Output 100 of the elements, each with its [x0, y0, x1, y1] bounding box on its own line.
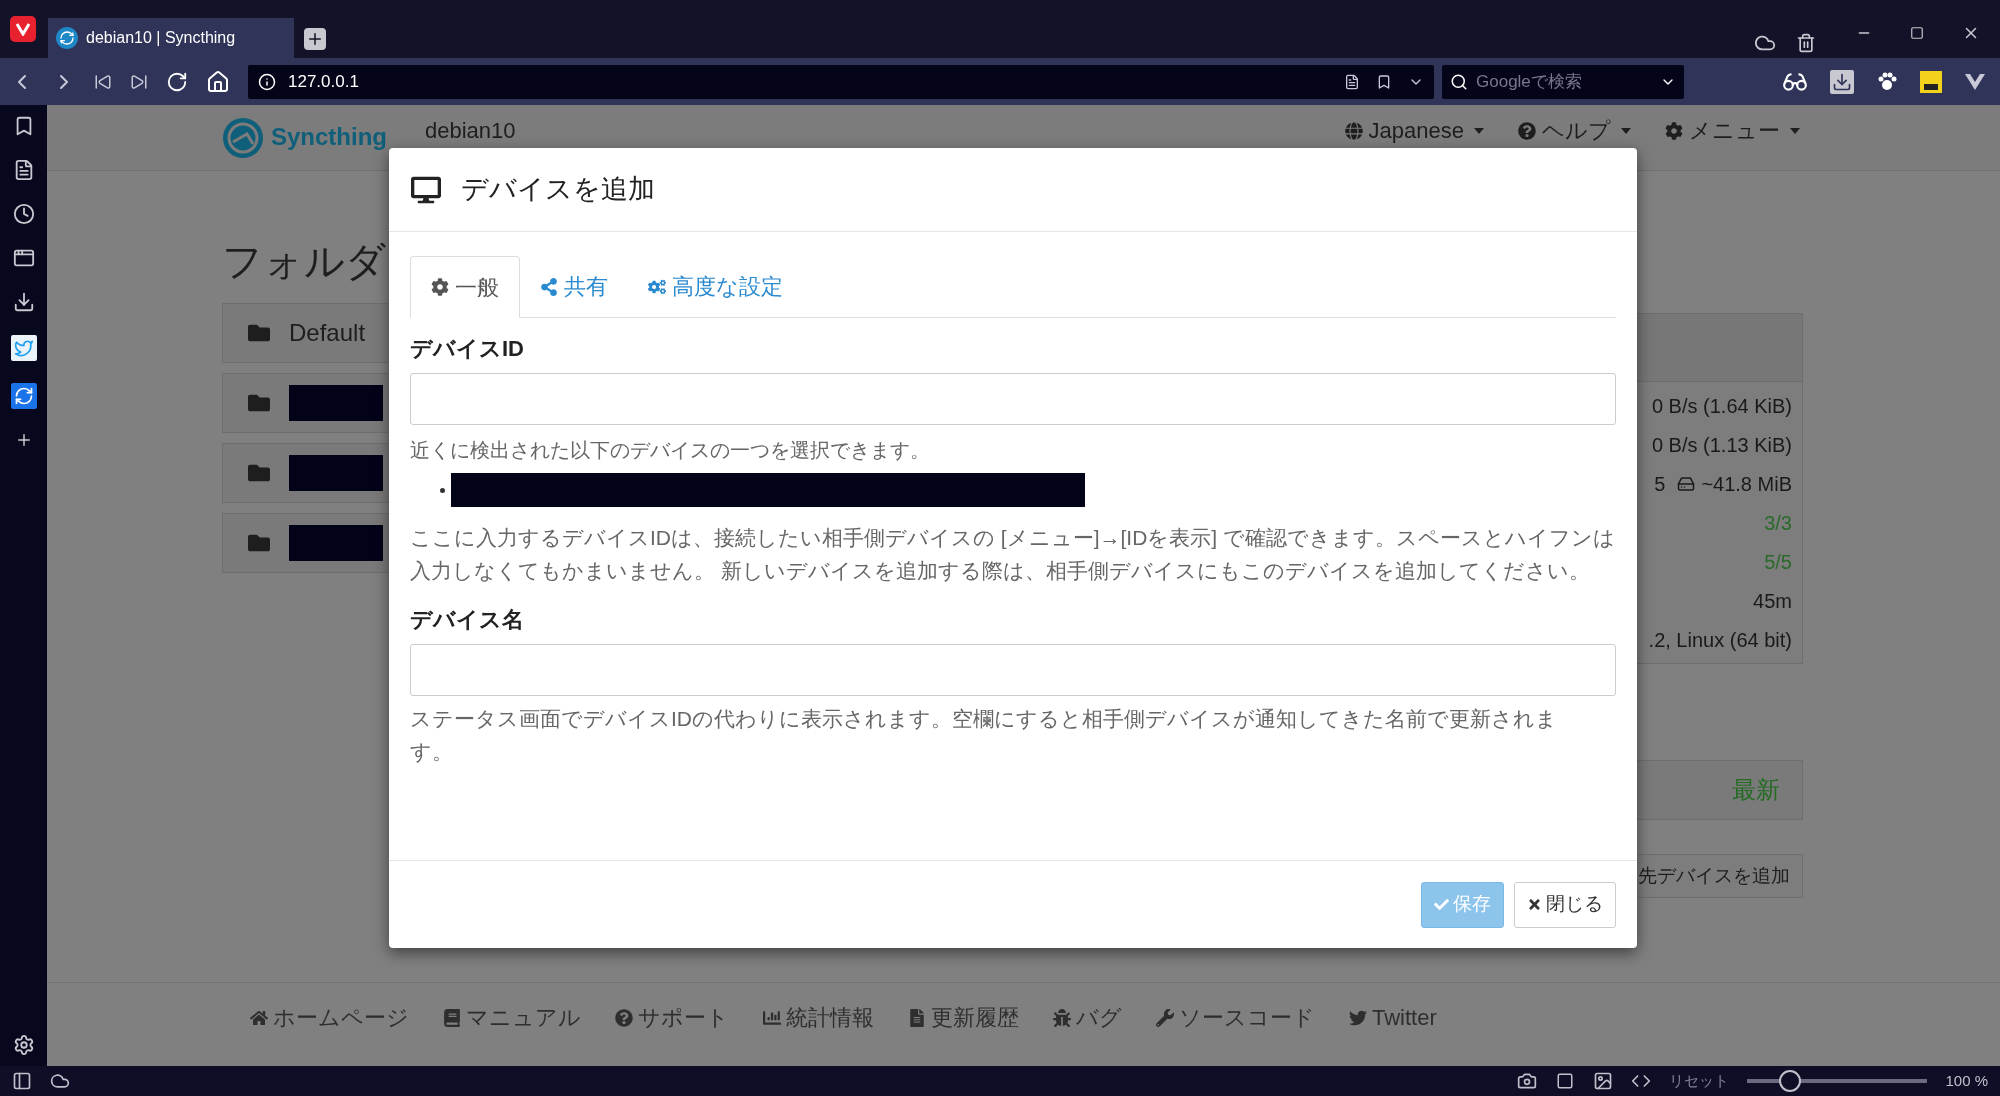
settings-icon[interactable] — [12, 1034, 35, 1056]
folder-icon — [247, 392, 271, 414]
home-icon — [250, 1008, 268, 1027]
bird-icon[interactable] — [10, 335, 37, 361]
reset-link[interactable]: リセット — [1669, 1069, 1730, 1093]
help-text: ここに入力するデバイスIDは、接続したい相手側デバイスの [メニュー]→[IDを表示] で確認できます。スペースとハイフンは入力しなくてもかまいません。 新しいデバイスを追加する際は、相手側デバイスにもこのデバイスを追加してください。 — [410, 525, 1616, 584]
download-icon[interactable] — [1830, 69, 1854, 94]
footer-link[interactable]: Twitter — [1349, 1001, 1437, 1034]
help-icon — [615, 1008, 633, 1027]
stat-value: ~41.8 MiB — [1701, 471, 1792, 497]
rewind-icon[interactable] — [94, 72, 112, 91]
wrench-icon — [1156, 1008, 1174, 1027]
syncthing-logo-icon — [221, 115, 265, 160]
new-tab-button[interactable] — [304, 28, 326, 50]
window-icon[interactable] — [12, 247, 35, 269]
search-placeholder: Googleで検索 — [1476, 70, 1582, 93]
zoom-slider-thumb[interactable] — [1779, 1070, 1802, 1092]
device-name-field[interactable] — [410, 644, 1616, 696]
dialog-tab[interactable]: 共有 — [520, 256, 628, 317]
zoom-level-text: 100 % — [1945, 1070, 1988, 1091]
stat-value: 5/5 — [1764, 549, 1792, 575]
footer-link[interactable]: 統計情報 — [763, 1001, 874, 1034]
field-label: デバイスID — [410, 335, 525, 363]
add-device-button[interactable]: 先デバイスを追加 — [1637, 854, 1803, 898]
stat-value: 5 — [1654, 471, 1666, 497]
book-icon — [443, 1008, 461, 1027]
dialog-title: デバイスを追加 — [461, 173, 655, 207]
folder-row[interactable] — [222, 513, 389, 573]
syncthing-icon — [56, 27, 78, 49]
status-text: 最新 — [1732, 775, 1780, 805]
camera-icon[interactable] — [1517, 1071, 1538, 1091]
maximize-icon[interactable] — [1910, 26, 1924, 40]
toggle-badge-icon[interactable] — [1920, 70, 1942, 93]
share-icon — [540, 277, 558, 296]
address-field[interactable]: 127.0.0.1 — [248, 64, 1434, 99]
nav-menu-item[interactable]: メニュー — [1665, 114, 1800, 147]
bird-icon — [1349, 1008, 1367, 1027]
monitor-icon — [411, 175, 441, 204]
plus-icon — [306, 30, 324, 48]
info-icon — [258, 72, 276, 91]
folder-row[interactable]: Default — [222, 303, 389, 363]
document-icon — [908, 1008, 926, 1027]
section-heading: フォルダ — [222, 238, 387, 285]
stat-value: 0 B/s (1.64 KiB) — [1651, 393, 1792, 419]
dialog-tab[interactable]: 高度な設定 — [628, 256, 803, 317]
folder-icon — [247, 532, 271, 554]
trash-icon[interactable] — [1796, 33, 1816, 53]
folder-icon — [247, 322, 271, 344]
nav-menu-item[interactable]: ヘルプ — [1518, 114, 1631, 147]
paw-icon[interactable] — [1876, 70, 1898, 93]
footer-link[interactable]: サポート — [615, 1001, 729, 1034]
home-icon[interactable] — [206, 69, 230, 94]
folder-row[interactable] — [222, 443, 389, 503]
stat-value: 3/3 — [1764, 510, 1792, 536]
search-icon — [1450, 72, 1468, 91]
refresh-app-icon[interactable] — [10, 383, 37, 409]
help-icon — [1518, 121, 1536, 140]
stat-value: 0 B/s (1.13 KiB) — [1651, 432, 1792, 458]
clock-icon[interactable] — [12, 203, 35, 225]
help-text: 近くに検出された以下のデバイスの一つを選択できます。 — [410, 438, 931, 463]
image-icon[interactable] — [1593, 1071, 1614, 1091]
tile-icon[interactable] — [1555, 1072, 1576, 1090]
check-icon — [1434, 897, 1449, 912]
gears-icon — [648, 277, 666, 296]
bookmark-icon[interactable] — [1376, 73, 1392, 90]
close-button[interactable]: 閉じる — [1514, 881, 1616, 928]
settings-icon — [1665, 121, 1683, 140]
dialog-tab[interactable]: 一般 — [410, 256, 520, 318]
reader-icon[interactable] — [1344, 73, 1360, 90]
fast-forward-icon[interactable] — [130, 72, 148, 91]
v-logo-icon[interactable] — [1964, 71, 1986, 92]
folder-row[interactable] — [222, 373, 389, 433]
footer-link[interactable]: ソースコード — [1156, 1001, 1315, 1034]
url-text: 127.0.0.1 — [288, 70, 359, 93]
footer-link[interactable]: マニュアル — [443, 1001, 581, 1034]
search-field[interactable]: Googleで検索 — [1442, 64, 1684, 99]
bar-chart-icon — [763, 1008, 781, 1027]
field-label: デバイス名 — [410, 606, 525, 634]
footer-link[interactable]: 更新履歴 — [908, 1001, 1019, 1034]
browser-tab[interactable]: debian10 | Syncthing — [48, 18, 294, 58]
panel-toggle-icon[interactable] — [12, 1071, 32, 1091]
globe-icon — [1344, 121, 1363, 140]
folder-icon — [247, 462, 271, 484]
cloud-icon[interactable] — [50, 1071, 70, 1091]
folder-name: Default — [289, 318, 366, 348]
device-id-field[interactable] — [410, 373, 1616, 425]
device-name: debian10 — [425, 117, 516, 145]
browser-logo-icon[interactable] — [10, 16, 36, 42]
stat-value: .2, Linux (64 bit) — [1648, 627, 1792, 653]
close-icon — [1527, 897, 1542, 912]
nav-menu-item[interactable]: Japanese — [1344, 114, 1484, 147]
stat-value: 45m — [1753, 588, 1792, 614]
download-icon[interactable] — [12, 291, 35, 313]
bug-icon — [1053, 1008, 1071, 1027]
settings-icon — [431, 278, 449, 296]
reload-icon[interactable] — [166, 70, 188, 93]
help-text: ステータス画面でデバイスIDの代わりに表示されます。空欄にすると相手側デバイスが通知してきた名前で更新されます。 — [410, 706, 1558, 765]
footer-link[interactable]: ホームページ — [250, 1001, 409, 1034]
bullet-icon — [440, 487, 445, 493]
footer-link[interactable]: バグ — [1053, 1001, 1122, 1034]
